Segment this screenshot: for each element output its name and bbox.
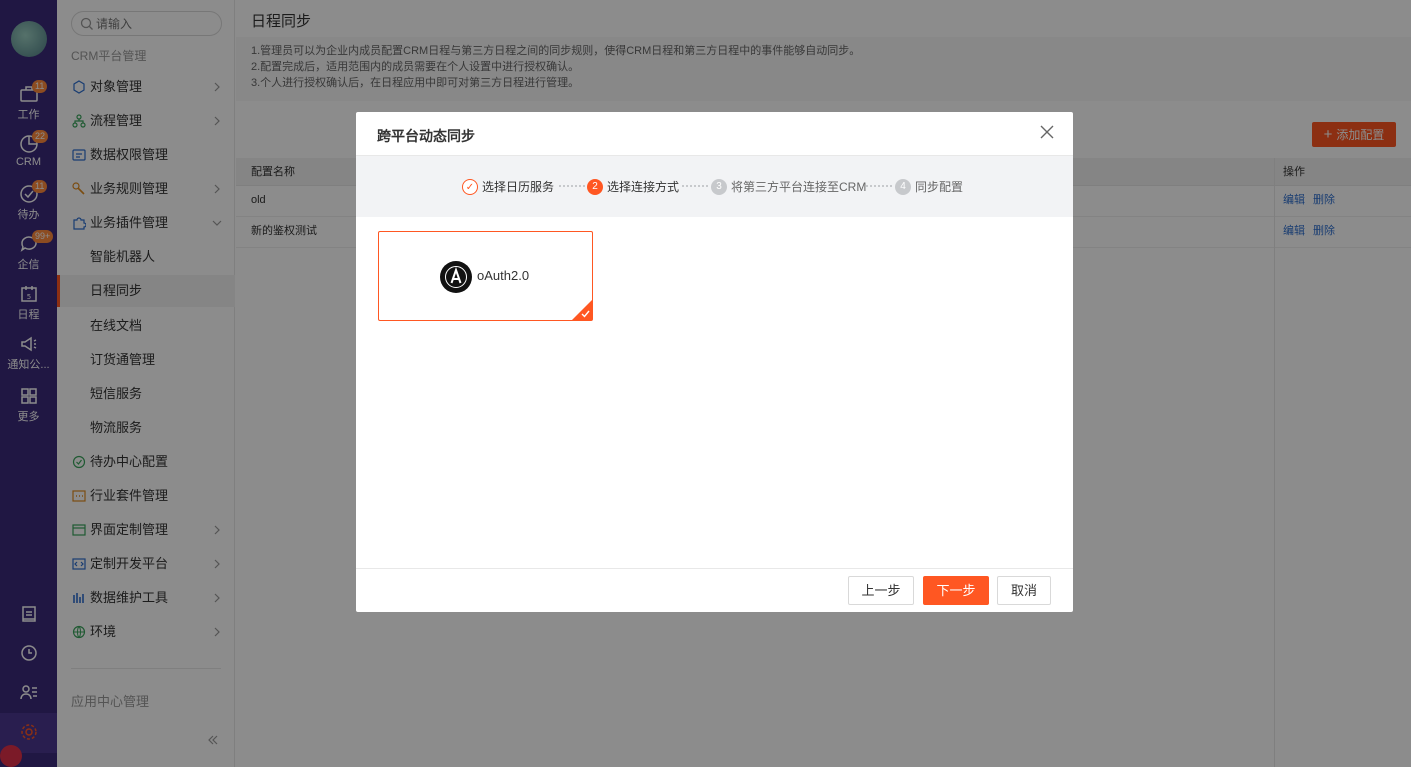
next-button[interactable]: 下一步 [923, 576, 989, 605]
footer-divider [356, 568, 1073, 569]
sync-dialog: 跨平台动态同步 ✓ 选择日历服务 2 选择连接方式 3 将第三方平台连接至CRM 4同… [356, 112, 1073, 612]
step-connector [559, 185, 585, 187]
step-label: 选择连接方式 [607, 179, 680, 194]
cancel-button[interactable]: 取消 [997, 576, 1051, 605]
step-1: ✓ 选择日历服务 [462, 177, 554, 195]
close-icon[interactable] [1040, 125, 1054, 139]
step-3: 3 将第三方平台连接至CRM [711, 177, 866, 195]
step-label: 将第三方平台连接至CRM [731, 179, 867, 194]
step-4: 4 同步配置 [895, 177, 963, 195]
oauth-logo-icon [440, 261, 472, 293]
step-connector [682, 185, 708, 187]
oauth-option-card[interactable]: oAuth2.0 [378, 231, 593, 321]
step-number: 4 [895, 178, 911, 195]
prev-button[interactable]: 上一步 [848, 576, 914, 605]
step-label: 选择日历服务 [482, 179, 555, 194]
step-2: 2 选择连接方式 [587, 177, 679, 195]
selected-check-icon [572, 300, 592, 320]
check-icon: ✓ [462, 178, 478, 195]
dialog-title: 跨平台动态同步 [377, 128, 475, 144]
step-number: 3 [711, 178, 727, 195]
stepper: ✓ 选择日历服务 2 选择连接方式 3 将第三方平台连接至CRM 4 同步配置 [356, 156, 1073, 217]
step-connector [866, 185, 892, 187]
step-number: 2 [587, 178, 603, 195]
option-label: oAuth2.0 [477, 268, 530, 283]
step-label: 同步配置 [915, 179, 964, 194]
